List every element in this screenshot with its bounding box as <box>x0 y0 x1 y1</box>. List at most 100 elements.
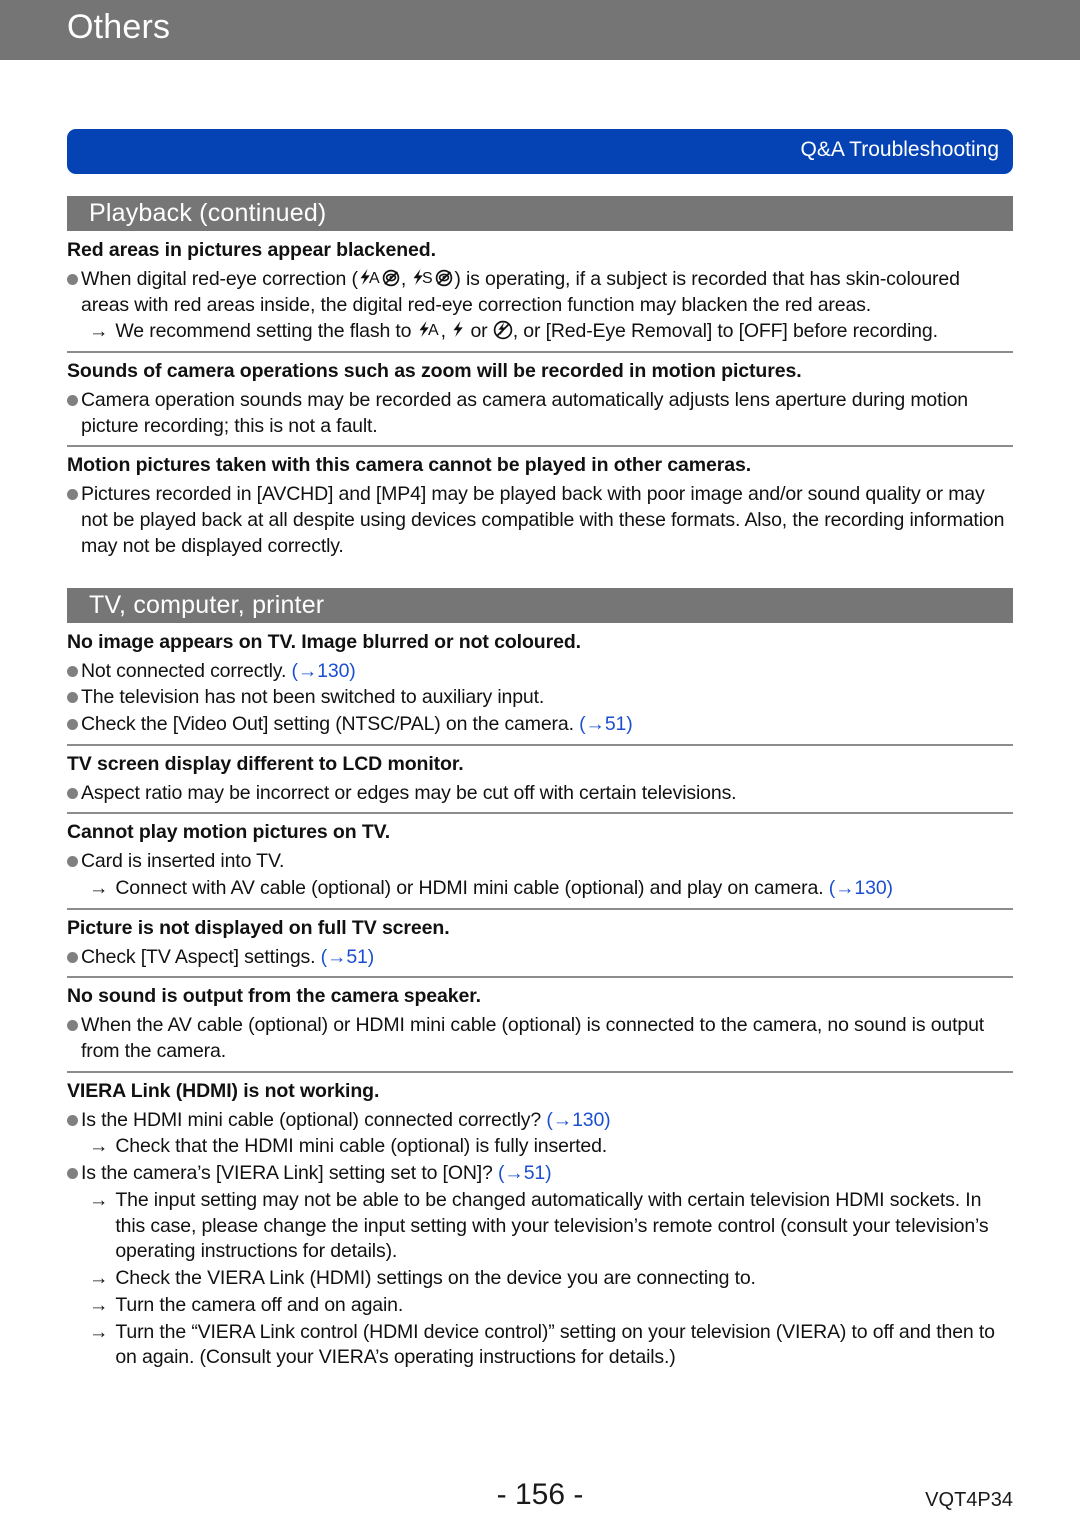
bullet-item: When the AV cable (optional) or HDMI min… <box>67 1013 1013 1064</box>
flash-auto-icon: A <box>417 320 441 340</box>
bullet-dot-icon <box>67 692 78 704</box>
svg-text:S: S <box>422 270 433 287</box>
bullet-item: Is the camera’s [VIERA Link] setting set… <box>67 1161 1013 1187</box>
page-reference-link[interactable]: (→51) <box>321 946 375 968</box>
problem-heading: VIERA Link (HDMI) is not working. <box>67 1079 380 1102</box>
arrow-text: Turn the “VIERA Link control (HDMI devic… <box>115 1320 995 1369</box>
bullet-item: Pictures recorded in [AVCHD] and [MP4] m… <box>67 482 1013 559</box>
bullet-item: Aspect ratio may be incorrect or edges m… <box>67 781 1013 807</box>
bullet-text: When digital red-eye correction (A, S) i… <box>81 267 960 316</box>
arrow-item: → Check that the HDMI mini cable (optiona… <box>67 1134 1013 1160</box>
bullet-dot-icon <box>67 1168 78 1180</box>
troubleshooting-entry: Red areas in pictures appear blackened. W… <box>67 237 1013 354</box>
qa-troubleshooting-label: Q&A Troubleshooting <box>800 138 999 161</box>
bullet-dot-icon <box>67 489 78 501</box>
troubleshooting-entry: TV screen display different to LCD monit… <box>67 751 1013 815</box>
troubleshooting-entry: Cannot play motion pictures on TV. Card i… <box>67 819 1013 910</box>
page-content: Playback (continued) Red areas in picture… <box>67 196 1013 1382</box>
arrow-text: Check that the HDMI mini cable (optional… <box>115 1135 608 1158</box>
svg-text:A: A <box>428 322 439 339</box>
problem-heading: No image appears on TV. Image blurred or… <box>67 630 581 653</box>
arrow-right-icon: → <box>89 876 109 899</box>
troubleshooting-entry: No image appears on TV. Image blurred or… <box>67 629 1013 746</box>
arrow-item: → We recommend setting the flash to A, or… <box>67 319 1013 345</box>
page-number: - 156 - <box>496 1478 584 1511</box>
arrow-right-icon: → <box>89 1293 109 1316</box>
bullet-text: Camera operation sounds may be recorded … <box>81 389 968 437</box>
page-reference-link[interactable]: (→51) <box>498 1162 552 1184</box>
bullet-dot-icon <box>67 395 78 407</box>
bullet-item: Card is inserted into TV. <box>67 849 1013 875</box>
bullet-dot-icon <box>67 951 78 963</box>
bullet-text: When the AV cable (optional) or HDMI min… <box>81 1014 985 1062</box>
section-heading-bar: Playback (continued) <box>67 196 1013 231</box>
arrow-text: Check the VIERA Link (HDMI) settings on … <box>115 1267 756 1290</box>
section-title: TV, computer, printer <box>89 590 325 619</box>
problem-heading: Cannot play motion pictures on TV. <box>67 821 391 844</box>
arrow-right-icon: → <box>89 1188 109 1211</box>
bullet-dot-icon <box>67 856 78 868</box>
bullet-item: When digital red-eye correction (A, S) i… <box>67 267 1013 318</box>
troubleshooting-entry: VIERA Link (HDMI) is not working. Is the … <box>67 1078 1013 1377</box>
bullet-dot-icon <box>67 273 78 285</box>
bullet-dot-icon <box>67 718 78 730</box>
bullet-text: Not connected correctly. (→130) <box>81 659 356 682</box>
arrow-item: → The input setting may not be able to be… <box>67 1188 1013 1265</box>
chapter-header-bar: Others <box>0 0 1080 60</box>
troubleshooting-entry: No sound is output from the camera speak… <box>67 983 1013 1073</box>
bullet-dot-icon <box>67 1114 78 1126</box>
arrow-right-icon: → <box>89 1320 109 1343</box>
problem-heading: No sound is output from the camera speak… <box>67 985 481 1008</box>
problem-heading: Picture is not displayed on full TV scre… <box>67 916 450 939</box>
flash-slow-sync-redeye-icon: S <box>411 268 454 288</box>
bullet-dot-icon <box>67 1020 78 1032</box>
bullet-text: Check [TV Aspect] settings. (→51) <box>81 945 375 968</box>
flash-on-icon <box>451 320 465 340</box>
bullet-text: Is the HDMI mini cable (optional) connec… <box>81 1108 611 1131</box>
bullet-text: Is the camera’s [VIERA Link] setting set… <box>81 1162 552 1185</box>
problem-heading: Motion pictures taken with this camera c… <box>67 454 752 477</box>
bullet-item: Camera operation sounds may be recorded … <box>67 388 1013 439</box>
bullet-item: Check the [Video Out] setting (NTSC/PAL)… <box>67 712 1013 738</box>
troubleshooting-entry: Sounds of camera operations such as zoom… <box>67 358 1013 448</box>
arrow-text: Turn the camera off and on again. <box>115 1293 404 1316</box>
arrow-text: Connect with AV cable (optional) or HDMI… <box>115 876 893 899</box>
bullet-text: Check the [Video Out] setting (NTSC/PAL)… <box>81 712 633 735</box>
document-code: VQT4P34 <box>925 1489 1013 1511</box>
arrow-item: → Turn the camera off and on again. <box>67 1293 1013 1319</box>
bullet-text: Aspect ratio may be incorrect or edges m… <box>81 781 737 804</box>
page-reference-link[interactable]: (→130) <box>829 877 893 899</box>
problem-heading: Red areas in pictures appear blackened. <box>67 239 436 261</box>
page-reference-link[interactable]: (→130) <box>546 1109 610 1131</box>
chapter-title: Others <box>67 8 171 46</box>
arrow-right-icon: → <box>89 1267 109 1290</box>
section-title: Playback (continued) <box>89 199 327 227</box>
troubleshooting-entry: Picture is not displayed on full TV scre… <box>67 915 1013 979</box>
arrow-text: The input setting may not be able to be … <box>115 1188 989 1263</box>
arrow-right-icon: → <box>89 320 109 343</box>
page-reference-link[interactable]: (→51) <box>579 713 633 735</box>
arrow-item: → Turn the “VIERA Link control (HDMI devi… <box>67 1320 1013 1371</box>
arrow-text: We recommend setting the flash to A, or … <box>115 320 938 343</box>
arrow-item: → Check the VIERA Link (HDMI) settings on… <box>67 1266 1013 1292</box>
flash-auto-redeye-icon: A <box>358 268 401 288</box>
problem-heading: Sounds of camera operations such as zoom… <box>67 360 802 383</box>
section-heading-bar: TV, computer, printer <box>67 587 1013 623</box>
bullet-item: The television has not been switched to … <box>67 685 1013 711</box>
bullet-text: The television has not been switched to … <box>81 686 545 709</box>
bullet-dot-icon <box>67 787 78 799</box>
bullet-text: Card is inserted into TV. <box>81 850 285 873</box>
bullet-text: Pictures recorded in [AVCHD] and [MP4] m… <box>81 483 1005 557</box>
bullet-item: Not connected correctly. (→130) <box>67 659 1013 685</box>
bullet-item: Check [TV Aspect] settings. (→51) <box>67 945 1013 971</box>
page-reference-link[interactable]: (→130) <box>291 660 355 682</box>
flash-off-icon <box>493 320 513 340</box>
troubleshooting-entry: Motion pictures taken with this camera c… <box>67 452 1013 565</box>
svg-text:A: A <box>369 270 380 287</box>
bullet-dot-icon <box>67 665 78 677</box>
arrow-item: → Connect with AV cable (optional) or HDM… <box>67 876 1013 902</box>
bullet-item: Is the HDMI mini cable (optional) connec… <box>67 1108 1013 1134</box>
problem-heading: TV screen display different to LCD monit… <box>67 752 464 775</box>
arrow-right-icon: → <box>89 1135 109 1158</box>
qa-troubleshooting-banner: Q&A Troubleshooting <box>67 129 1013 174</box>
